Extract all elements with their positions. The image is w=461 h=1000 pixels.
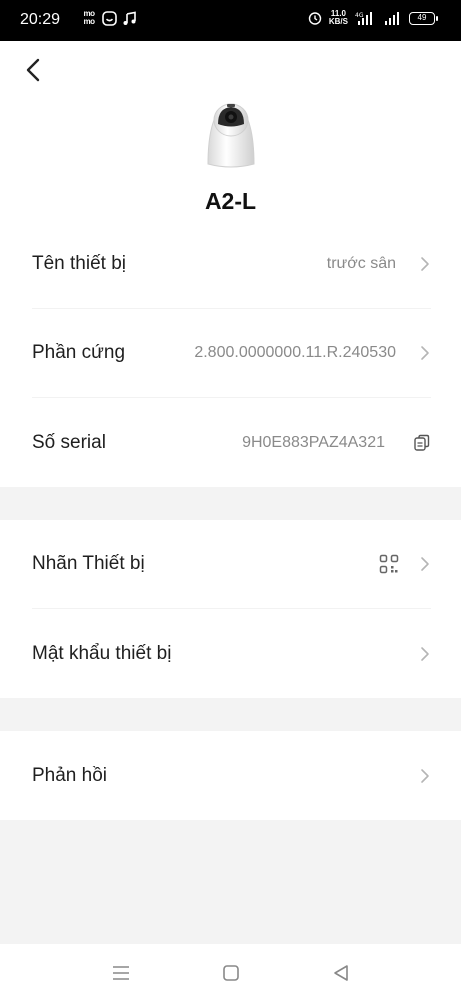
chevron-right-icon xyxy=(421,346,429,360)
chevron-right-icon xyxy=(421,646,429,661)
copy-icon[interactable] xyxy=(413,434,431,452)
back-button[interactable] xyxy=(18,54,50,86)
network-speed: 11.0 KB/S xyxy=(329,10,348,26)
device-password-row[interactable]: Mật khẩu thiết bị xyxy=(32,609,431,698)
hardware-label: Phần cứng xyxy=(32,342,126,363)
battery-icon: 49 xyxy=(409,11,438,25)
serial-label: Số serial xyxy=(32,431,106,453)
status-icons: 11.0 KB/S 4G 49 xyxy=(308,10,438,26)
hardware-value: 2.800.0000000.11.R.240530 xyxy=(194,344,396,361)
svg-text:4G: 4G xyxy=(355,12,364,19)
network-speed-unit: KB/S xyxy=(328,17,348,26)
device-name-label: Tên thiết bị xyxy=(32,253,126,274)
device-name-value: trước sân xyxy=(326,255,396,272)
signal-icon xyxy=(385,12,399,25)
camera-device-image xyxy=(207,103,255,168)
device-info-section: Tên thiết bị trước sân Phần cứng 2.800.0… xyxy=(0,220,461,487)
serial-value: 9H0E883PAZ4A321 xyxy=(242,433,385,451)
home-nav-button[interactable] xyxy=(220,962,242,984)
status-bar: 20:29 mo mo 11.0 KB/S 4G 49 xyxy=(0,0,461,41)
chevron-right-icon xyxy=(421,768,429,783)
chevron-right-icon xyxy=(421,257,429,271)
chevron-right-icon xyxy=(421,557,429,571)
serial-row: Số serial 9H0E883PAZ4A321 xyxy=(32,398,431,487)
back-nav-button[interactable] xyxy=(330,962,352,984)
smiley-app-icon xyxy=(102,10,117,26)
device-label-row[interactable]: Nhãn Thiết bị xyxy=(32,520,431,609)
device-name: A2-L xyxy=(204,188,257,214)
hardware-row[interactable]: Phần cứng 2.800.0000000.11.R.240530 xyxy=(32,309,431,398)
device-header: A2-L xyxy=(0,41,461,230)
notification-icons: mo mo xyxy=(81,10,137,26)
status-time: 20:29 xyxy=(20,11,61,28)
feedback-label: Phản hồi xyxy=(32,764,108,786)
device-password-label: Mật khẩu thiết bị xyxy=(32,642,172,664)
signal-4g-icon: 4G xyxy=(355,12,372,25)
music-note-icon xyxy=(123,11,136,25)
menu-nav-button[interactable] xyxy=(110,962,132,984)
momo-icon: mo mo xyxy=(83,9,96,26)
alarm-clock-icon xyxy=(308,12,322,25)
device-name-row[interactable]: Tên thiết bị trước sân xyxy=(32,220,431,309)
device-security-section: Nhãn Thiết bị Mật khẩu thiết bị xyxy=(0,520,461,698)
feedback-row[interactable]: Phản hồi xyxy=(32,731,431,820)
qr-code-icon xyxy=(379,554,399,574)
system-nav-bar xyxy=(0,944,461,1000)
feedback-section: Phản hồi xyxy=(0,731,461,820)
device-label-label: Nhãn Thiết bị xyxy=(32,553,145,574)
